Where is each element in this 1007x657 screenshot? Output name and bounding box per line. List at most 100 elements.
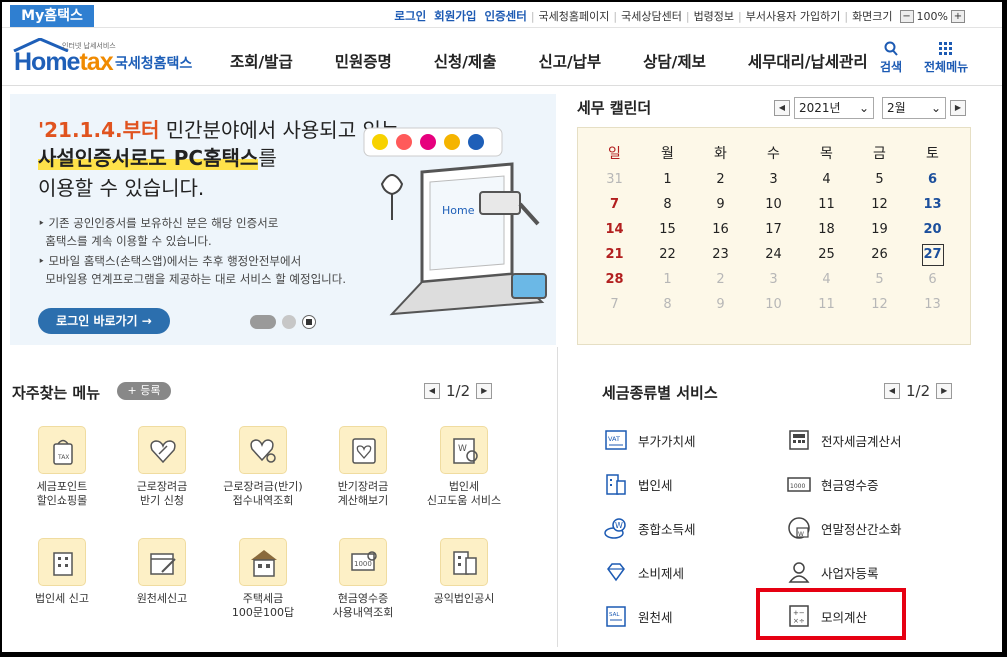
favorite-menu-item[interactable]: W 법인세 신고도움 서비스 — [412, 426, 516, 508]
favorite-next-button[interactable]: ▶ — [476, 383, 493, 399]
nav-inquiry-issue[interactable]: 조회/발급 — [230, 50, 293, 72]
service-next-button[interactable]: ▶ — [936, 383, 953, 399]
calendar-day[interactable]: 20 — [906, 217, 959, 242]
banner-dot-2[interactable] — [282, 315, 296, 329]
calendar-day[interactable]: 17 — [747, 217, 800, 242]
all-menu-button[interactable]: 전체메뉴 — [924, 40, 968, 75]
nav-tax-agent[interactable]: 세무대리/납세관리 — [748, 50, 868, 72]
calendar-day[interactable]: 4 — [800, 267, 853, 292]
weekday-header: 토 — [926, 146, 939, 162]
zoom-out-button[interactable]: − — [899, 9, 914, 23]
favorite-menu-item[interactable]: 근로장려금(반기) 접수내역조회 — [211, 426, 315, 508]
search-button[interactable]: 검색 — [880, 40, 902, 75]
my-hometax-tab[interactable]: My홈택스 — [10, 5, 94, 27]
calendar-day[interactable]: 1 — [641, 167, 694, 192]
calendar-day[interactable]: 4 — [800, 167, 853, 192]
calendar-day[interactable]: 13 — [906, 292, 959, 317]
signup-link[interactable]: 회원가입 — [430, 8, 480, 24]
calendar-day[interactable]: 13 — [906, 192, 959, 217]
service-prev-button[interactable]: ◀ — [884, 383, 900, 399]
calendar-day[interactable]: 26 — [853, 242, 906, 267]
hometax-logo[interactable]: 인터넷 납세서비스 Hometax 국세청홈택스 — [12, 36, 197, 78]
calendar-day[interactable]: 12 — [853, 292, 906, 317]
calendar-day[interactable]: 5 — [853, 167, 906, 192]
calendar-day[interactable]: 15 — [641, 217, 694, 242]
tax-service-item[interactable]: SAL 원천세 — [604, 604, 673, 628]
calendar-day[interactable]: 8 — [641, 192, 694, 217]
search-label: 검색 — [880, 60, 903, 74]
favorite-prev-button[interactable]: ◀ — [424, 383, 440, 399]
tax-service-item[interactable]: 1000 현금영수증 — [787, 472, 879, 496]
calendar-day[interactable]: 28 — [588, 267, 641, 292]
nav-apply-submit[interactable]: 신청/제출 — [434, 50, 497, 72]
favorite-menu-item[interactable]: 근로장려금 반기 신청 — [110, 426, 214, 508]
nts-home-link[interactable]: 국세청홈페이지 — [535, 8, 614, 24]
tax-service-item[interactable]: 사업자등록 — [787, 560, 879, 584]
month-select[interactable]: 2월 ⌄ — [882, 97, 946, 119]
favorite-menu-item[interactable]: 1000 현금영수증 사용내역조회 — [311, 538, 415, 620]
nav-consult-report[interactable]: 상담/제보 — [643, 50, 706, 72]
calendar-day[interactable]: 10 — [747, 192, 800, 217]
service-page-number: 1/2 — [906, 382, 931, 400]
calendar-day[interactable]: 7 — [588, 292, 641, 317]
calendar-day[interactable]: 3 — [747, 167, 800, 192]
law-info-link[interactable]: 법령정보 — [690, 8, 738, 24]
cert-center-link[interactable]: 인증센터 — [481, 8, 531, 24]
register-favorite-button[interactable]: + 등록 — [117, 382, 171, 400]
calendar-day[interactable]: 31 — [588, 167, 641, 192]
tax-service-item[interactable]: 소비제세 — [604, 560, 684, 584]
favorite-menu-item[interactable]: 반기장려금 계산해보기 — [311, 426, 415, 508]
favorite-menu-item[interactable]: 법인세 신고 — [10, 538, 114, 606]
calendar-day[interactable]: 23 — [694, 242, 747, 267]
calendar-day[interactable]: 9 — [694, 292, 747, 317]
calendar-day[interactable]: 7 — [588, 192, 641, 217]
banner-stop-button[interactable] — [302, 315, 316, 329]
banner-dot-1[interactable] — [250, 315, 276, 329]
calendar-day[interactable]: 3 — [747, 267, 800, 292]
zoom-in-button[interactable]: + — [951, 9, 965, 23]
favorite-label-line-2: 100문100답 — [231, 606, 295, 619]
calendar-day[interactable]: 10 — [747, 292, 800, 317]
next-month-button[interactable]: ▶ — [950, 100, 966, 116]
calendar-day[interactable]: 11 — [800, 292, 853, 317]
promo-banner[interactable]: '21.1.4.부터 민간분야에서 사용되고 있는 사설인증서로도 PC홈택스를… — [10, 94, 556, 345]
calendar-day[interactable]: 27 — [906, 242, 959, 267]
calendar-day[interactable]: 6 — [906, 267, 959, 292]
tax-service-item[interactable]: 법인세 — [604, 472, 673, 496]
calendar-day[interactable]: 9 — [694, 192, 747, 217]
tax-service-item[interactable]: 전자세금계산서 — [787, 428, 902, 452]
calendar-day[interactable]: 19 — [853, 217, 906, 242]
calendar-day[interactable]: 25 — [800, 242, 853, 267]
calendar-day[interactable]: 18 — [800, 217, 853, 242]
calendar-day[interactable]: 2 — [694, 167, 747, 192]
favorite-menu-item[interactable]: 주택세금 100문100답 — [211, 538, 315, 620]
tax-service-item[interactable]: W 연말정산간소화 — [787, 516, 902, 540]
calendar-day[interactable]: 2 — [694, 267, 747, 292]
year-select[interactable]: 2021년 ⌄ — [794, 97, 874, 119]
calendar-day[interactable]: 5 — [853, 267, 906, 292]
favorite-menu-item[interactable]: 공익법인공시 — [412, 538, 516, 606]
consult-center-link[interactable]: 국세상담센터 — [617, 8, 686, 24]
dept-user-link[interactable]: 부서사용자 가입하기 — [742, 8, 845, 24]
tax-service-item[interactable]: VAT 부가가치세 — [604, 428, 696, 452]
calendar-day[interactable]: 16 — [694, 217, 747, 242]
nav-civil-cert[interactable]: 민원증명 — [335, 50, 392, 72]
tax-service-item[interactable]: W 종합소득세 — [604, 516, 696, 540]
calendar-day[interactable]: 1 — [641, 267, 694, 292]
favorite-menu-item[interactable]: 원천세신고 — [110, 538, 214, 606]
prev-year-button[interactable]: ◀ — [774, 100, 790, 116]
login-link[interactable]: 로그인 — [390, 8, 430, 24]
favorite-menu-item[interactable]: TAX 세금포인트 할인쇼핑몰 — [10, 426, 114, 508]
nav-report-pay[interactable]: 신고/납부 — [538, 50, 601, 72]
section-divider — [557, 347, 558, 647]
calendar-day[interactable]: 21 — [588, 242, 641, 267]
login-shortcut-button[interactable]: 로그인 바로가기 → — [38, 308, 170, 334]
calendar-day[interactable]: 12 — [853, 192, 906, 217]
calendar-day[interactable]: 8 — [641, 292, 694, 317]
calendar-day[interactable]: 6 — [906, 167, 959, 192]
calendar-day[interactable]: 14 — [588, 217, 641, 242]
calendar-day[interactable]: 11 — [800, 192, 853, 217]
tax-bag-icon: TAX — [53, 439, 73, 465]
calendar-day[interactable]: 22 — [641, 242, 694, 267]
calendar-day[interactable]: 24 — [747, 242, 800, 267]
